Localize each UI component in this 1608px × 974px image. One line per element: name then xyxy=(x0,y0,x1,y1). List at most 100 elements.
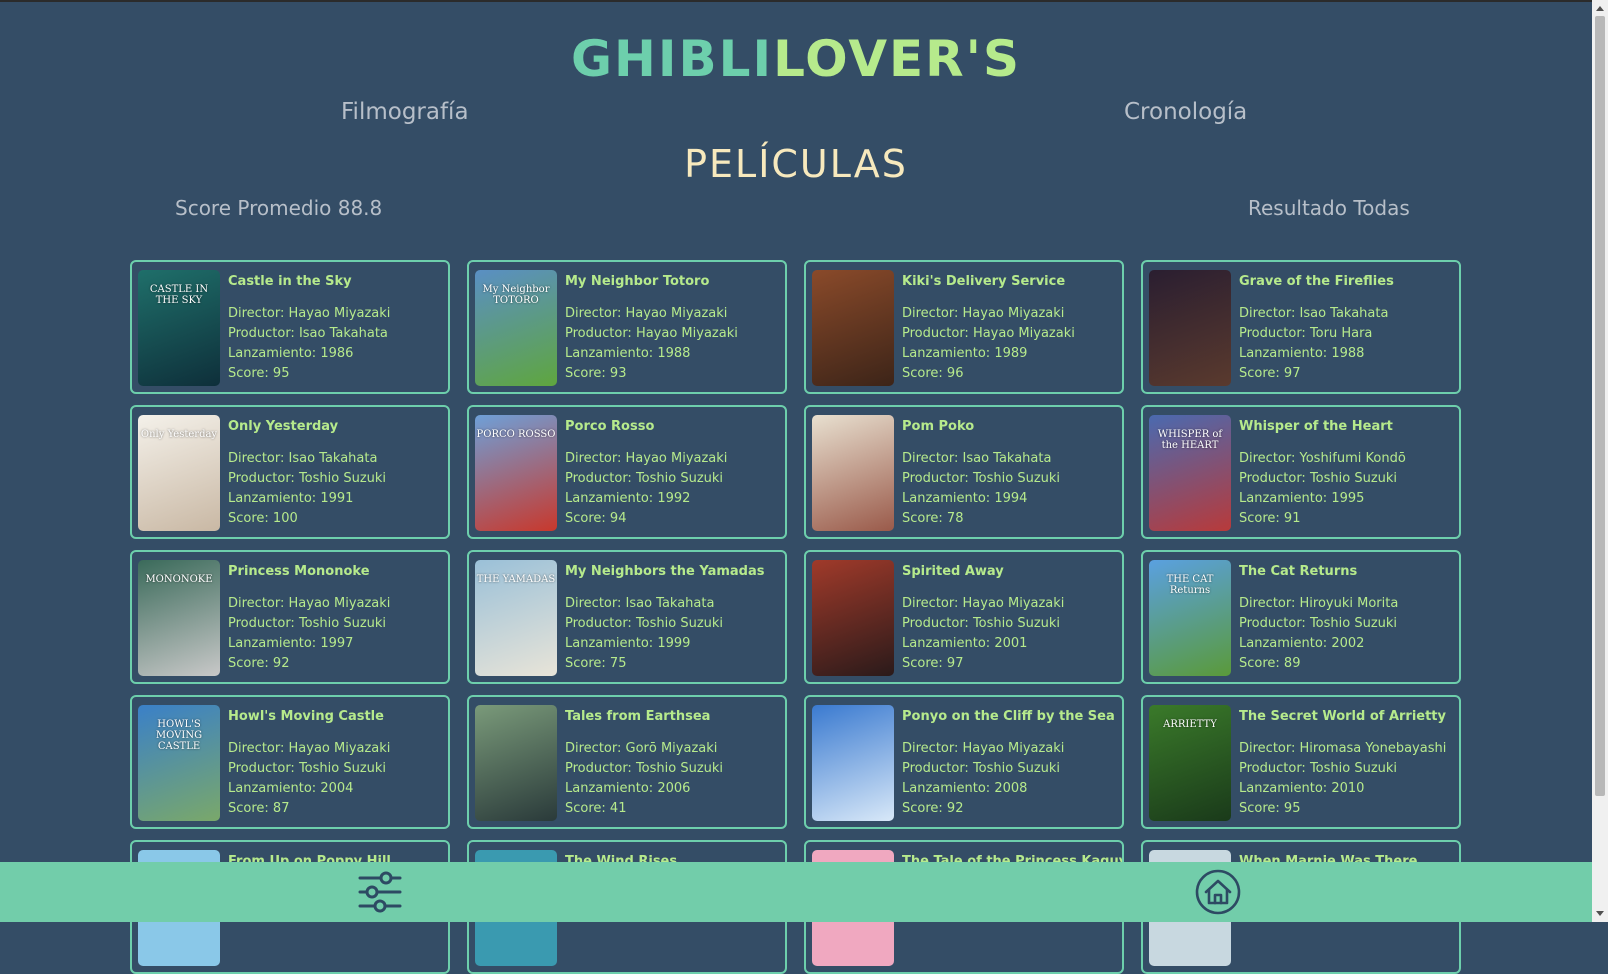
film-poster: PORCO ROSSO xyxy=(475,415,557,531)
film-lanzamiento: Lanzamiento: 2006 xyxy=(565,781,691,796)
film-title: Spirited Away xyxy=(902,564,1004,579)
poster-title-art: THE YAMADAS xyxy=(476,574,556,585)
sliders-icon[interactable] xyxy=(356,868,404,916)
film-title: Pom Poko xyxy=(902,419,975,434)
film-director: Director: Hayao Miyazaki xyxy=(565,306,728,321)
film-director: Director: Hayao Miyazaki xyxy=(902,306,1065,321)
film-card[interactable]: MONONOKE Princess Mononoke Director: Hayao… xyxy=(130,550,450,684)
nav-filmografia[interactable]: Filmografía xyxy=(341,99,469,125)
film-card[interactable]: Grave of the Fireflies Director: Isao Tak… xyxy=(1141,260,1461,394)
scroll-thumb[interactable] xyxy=(1595,16,1605,796)
scroll-up-arrow[interactable] xyxy=(1596,6,1604,11)
film-card[interactable]: Ponyo on the Cliff by the Sea Director: H… xyxy=(804,695,1124,829)
film-productor: Productor: Toshio Suzuki xyxy=(565,471,724,486)
poster-title-art: PORCO ROSSO xyxy=(476,429,556,440)
film-lanzamiento: Lanzamiento: 1988 xyxy=(565,346,691,361)
film-director: Director: Gorō Miyazaki xyxy=(565,741,718,756)
film-lanzamiento: Lanzamiento: 1997 xyxy=(228,636,354,651)
film-title: Howl's Moving Castle xyxy=(228,709,384,724)
section-title: PELÍCULAS xyxy=(684,142,908,186)
film-score: Score: 94 xyxy=(565,511,627,526)
film-poster: Only Yesterday xyxy=(138,415,220,531)
film-card[interactable]: CASTLE IN THE SKY Castle in the Sky Direct… xyxy=(130,260,450,394)
film-card[interactable]: My Neighbor TOTORO My Neighbor Totoro Dire… xyxy=(467,260,787,394)
film-card[interactable]: Tales from Earthsea Director: Gorō Miyaza… xyxy=(467,695,787,829)
film-poster xyxy=(812,270,894,386)
film-title: My Neighbors the Yamadas xyxy=(565,564,765,579)
poster-title-art: CASTLE IN THE SKY xyxy=(149,284,209,306)
film-lanzamiento: Lanzamiento: 1999 xyxy=(565,636,691,651)
film-card[interactable]: HOWL'S MOVING CASTLE Howl's Moving Castle… xyxy=(130,695,450,829)
film-card[interactable]: Spirited Away Director: Hayao Miyazaki Pro… xyxy=(804,550,1124,684)
film-director: Director: Isao Takahata xyxy=(565,596,715,611)
film-card[interactable]: ARRIETTY The Secret World of Arrietty Dire… xyxy=(1141,695,1461,829)
film-title: Castle in the Sky xyxy=(228,274,352,289)
nav-cronologia[interactable]: Cronología xyxy=(1124,99,1247,125)
resultado-filter[interactable]: Resultado Todas xyxy=(1248,196,1410,220)
film-score: Score: 100 xyxy=(228,511,298,526)
film-info: Princess Mononoke Director: Hayao Miyazak… xyxy=(228,562,444,674)
logo-part-ghibli: GHIBLI xyxy=(571,30,774,88)
poster-title-art: Only Yesterday xyxy=(140,429,218,440)
film-grid: CASTLE IN THE SKY Castle in the Sky Direct… xyxy=(130,260,1461,974)
film-info: Howl's Moving Castle Director: Hayao Miya… xyxy=(228,707,444,819)
film-poster: THE CAT Returns xyxy=(1149,560,1231,676)
film-productor: Productor: Hayao Miyazaki xyxy=(902,326,1075,341)
film-card[interactable]: THE YAMADAS My Neighbors the Yamadas Direc… xyxy=(467,550,787,684)
home-icon[interactable] xyxy=(1194,868,1242,916)
film-productor: Productor: Toru Hara xyxy=(1239,326,1373,341)
film-poster xyxy=(812,415,894,531)
film-productor: Productor: Toshio Suzuki xyxy=(902,616,1061,631)
film-score: Score: 97 xyxy=(902,656,964,671)
film-productor: Productor: Toshio Suzuki xyxy=(902,761,1061,776)
film-poster xyxy=(475,705,557,821)
film-title: Princess Mononoke xyxy=(228,564,370,579)
film-lanzamiento: Lanzamiento: 1986 xyxy=(228,346,354,361)
film-poster: My Neighbor TOTORO xyxy=(475,270,557,386)
film-lanzamiento: Lanzamiento: 1995 xyxy=(1239,491,1365,506)
film-title: Porco Rosso xyxy=(565,419,655,434)
film-lanzamiento: Lanzamiento: 1992 xyxy=(565,491,691,506)
film-productor: Productor: Toshio Suzuki xyxy=(228,471,387,486)
film-info: The Cat Returns Director: Hiroyuki Morita… xyxy=(1239,562,1455,674)
poster-title-art: My Neighbor TOTORO xyxy=(482,284,550,306)
film-director: Director: Hayao Miyazaki xyxy=(902,741,1065,756)
film-poster: HOWL'S MOVING CASTLE xyxy=(138,705,220,821)
film-title: The Cat Returns xyxy=(1239,564,1358,579)
film-score: Score: 87 xyxy=(228,801,290,816)
film-poster: ARRIETTY xyxy=(1149,705,1231,821)
film-info: Kiki's Delivery Service Director: Hayao M… xyxy=(902,272,1118,384)
film-productor: Productor: Toshio Suzuki xyxy=(565,761,724,776)
film-info: Tales from Earthsea Director: Gorō Miyaza… xyxy=(565,707,781,819)
site-logo[interactable]: GHIBLILOVER'S xyxy=(0,30,1592,88)
film-lanzamiento: Lanzamiento: 2002 xyxy=(1239,636,1365,651)
film-productor: Productor: Toshio Suzuki xyxy=(228,761,387,776)
film-productor: Productor: Toshio Suzuki xyxy=(1239,616,1398,631)
film-director: Director: Hayao Miyazaki xyxy=(902,596,1065,611)
film-title: Kiki's Delivery Service xyxy=(902,274,1066,289)
film-director: Director: Isao Takahata xyxy=(902,451,1052,466)
film-card[interactable]: Pom Poko Director: Isao Takahata Productor… xyxy=(804,405,1124,539)
film-card[interactable]: Only Yesterday Only Yesterday Director: Is… xyxy=(130,405,450,539)
film-director: Director: Hiromasa Yonebayashi xyxy=(1239,741,1447,756)
film-poster xyxy=(1149,270,1231,386)
film-poster: THE YAMADAS xyxy=(475,560,557,676)
scroll-down-arrow[interactable] xyxy=(1596,911,1604,916)
poster-title-art: HOWL'S MOVING CASTLE xyxy=(155,719,203,752)
film-card[interactable]: THE CAT Returns The Cat Returns Director: … xyxy=(1141,550,1461,684)
film-info: Grave of the Fireflies Director: Isao Tak… xyxy=(1239,272,1455,384)
film-lanzamiento: Lanzamiento: 1994 xyxy=(902,491,1028,506)
film-card[interactable]: PORCO ROSSO Porco Rosso Director: Hayao Mi… xyxy=(467,405,787,539)
film-lanzamiento: Lanzamiento: 2010 xyxy=(1239,781,1365,796)
film-score: Score: 91 xyxy=(1239,511,1301,526)
scrollbar[interactable] xyxy=(1592,0,1608,922)
poster-title-art: MONONOKE xyxy=(145,574,213,585)
film-productor: Productor: Toshio Suzuki xyxy=(228,616,387,631)
film-info: The Secret World of Arrietty Director: Hi… xyxy=(1239,707,1455,819)
film-card[interactable]: Kiki's Delivery Service Director: Hayao M… xyxy=(804,260,1124,394)
film-poster: WHISPER of the HEART xyxy=(1149,415,1231,531)
page: GHIBLILOVER'S Filmografía Cronología PEL… xyxy=(0,0,1592,974)
film-productor: Productor: Toshio Suzuki xyxy=(902,471,1061,486)
film-title: Ponyo on the Cliff by the Sea xyxy=(902,709,1115,724)
film-card[interactable]: WHISPER of the HEART Whisper of the Heart… xyxy=(1141,405,1461,539)
